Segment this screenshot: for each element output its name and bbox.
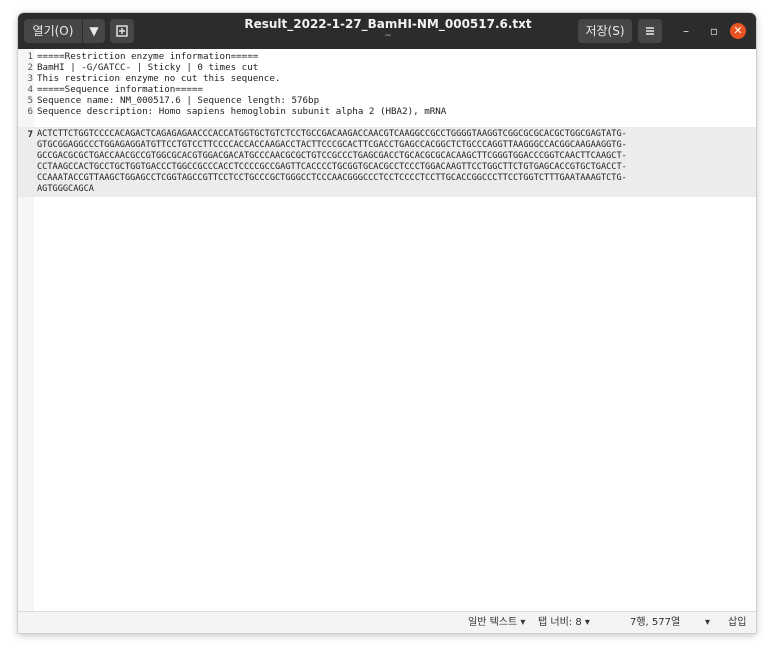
sequence-line: GTGCGGAGGCCCTGGAGAGGATGTTCCTGTCCTTCCCCAC… [18, 140, 756, 151]
status-bar: 일반 텍스트 ▾ 탭 너비: 8 ▾ 7행, 577열 ▾ 삽입 [18, 611, 756, 633]
header-bar: 열기(O) ▼ Result_2022-1-27_BamHI-NM_000517… [18, 13, 756, 49]
minimize-button[interactable]: – [678, 23, 694, 39]
hamburger-menu-button[interactable] [638, 19, 662, 43]
sequence-line: ACTCTTCTGGTCCCCACAGACTCAGAGAGAACCCACCATG… [18, 129, 756, 140]
insert-mode[interactable]: 삽입 [728, 616, 746, 630]
line-text: Sequence description: Homo sapiens hemog… [37, 106, 447, 117]
line-text: AGTGGGCAGCA [37, 184, 94, 194]
tab-width-dropdown[interactable]: 탭 너비: 8 ▾ [538, 616, 590, 630]
hamburger-icon [646, 27, 654, 35]
line-text: GTGCGGAGGCCCTGGAGAGGATGTTCCTGTCCTTCCCCAC… [37, 140, 627, 150]
text-line: 1 =====Restriction enzyme information===… [18, 51, 756, 62]
line-text: =====Sequence information===== [37, 84, 203, 95]
line-text: ACTCTTCTGGTCCCCACAGACTCAGAGAGAACCCACCATG… [37, 129, 627, 139]
line-number: 3 [27, 73, 33, 84]
window-title: Result_2022-1-27_BamHI-NM_000517.6.txt [244, 17, 532, 31]
chevron-down-icon: ▼ [89, 24, 99, 38]
line-text: BamHI | -G/GATCC- | Sticky | 0 times cut [37, 62, 259, 73]
line-number: 2 [27, 62, 33, 73]
text-line: 3 This restricion enzyme no cut this seq… [18, 73, 756, 84]
text-line: 4 =====Sequence information===== [18, 84, 756, 95]
window-subtitle: ~ [384, 31, 392, 41]
line-text: CCTAAGCCACTGCCTGCTGGTGACCCTGGCCGCCCACCTC… [37, 162, 627, 172]
open-recent-dropdown-button[interactable]: ▼ [83, 19, 105, 43]
line-text: =====Restriction enzyme information===== [37, 51, 259, 62]
line-number: 1 [27, 51, 33, 62]
new-tab-icon [116, 25, 128, 37]
editor-window: 열기(O) ▼ Result_2022-1-27_BamHI-NM_000517… [18, 13, 756, 633]
new-document-button[interactable] [110, 19, 134, 43]
line-text: CCAAATACCGTTAAGCTGGAGCCTCGGTAGCCGTTCCTCC… [37, 173, 627, 183]
save-button[interactable]: 저장(S) [578, 19, 632, 43]
syntax-language-dropdown[interactable]: 일반 텍스트 ▾ [468, 616, 525, 630]
insert-mode-dropdown-icon[interactable]: ▾ [705, 616, 710, 630]
sequence-line: GCCGACGCGCTGACCAACGCCGTGGCGCACGTGGACGACA… [18, 151, 756, 162]
line-number: 5 [27, 95, 33, 106]
sequence-line: CCTAAGCCACTGCCTGCTGGTGACCCTGGCCGCCCACCTC… [18, 162, 756, 173]
line-number: 4 [27, 84, 33, 95]
sequence-line: CCAAATACCGTTAAGCTGGAGCCTCGGTAGCCGTTCCTCC… [18, 173, 756, 184]
sequence-line: AGTGGGCAGCA [18, 184, 756, 195]
line-text: This restricion enzyme no cut this seque… [37, 73, 281, 84]
line-text: Sequence name: NM_000517.6 | Sequence le… [37, 95, 320, 106]
text-line: 5 Sequence name: NM_000517.6 | Sequence … [18, 95, 756, 106]
close-button[interactable]: ✕ [730, 23, 746, 39]
maximize-button[interactable]: ▫ [706, 23, 722, 39]
open-button[interactable]: 열기(O) [24, 19, 82, 43]
current-text-line: 7 [18, 117, 756, 140]
text-line: 6 Sequence description: Homo sapiens hem… [18, 106, 756, 117]
text-line: 2 BamHI | -G/GATCC- | Sticky | 0 times c… [18, 62, 756, 73]
cursor-position[interactable]: 7행, 577열 [630, 616, 680, 630]
line-number: 6 [27, 106, 33, 117]
line-text: GCCGACGCGCTGACCAACGCCGTGGCGCACGTGGACGACA… [37, 151, 627, 161]
text-editor-area[interactable]: 1 =====Restriction enzyme information===… [18, 49, 756, 611]
